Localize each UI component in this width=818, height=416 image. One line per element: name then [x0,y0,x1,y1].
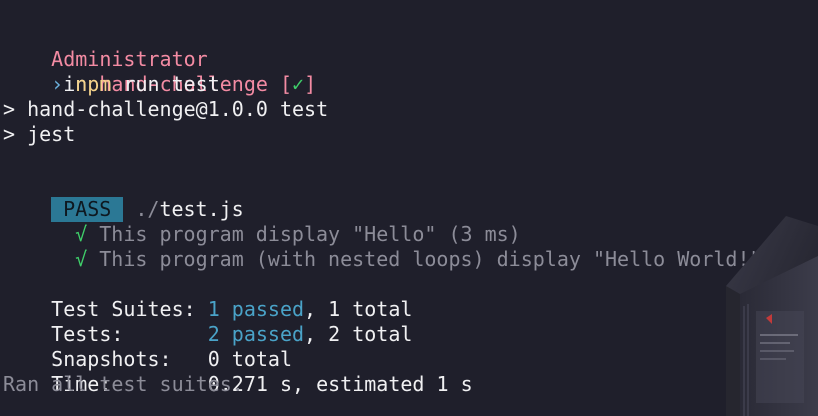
test-file-result: PASS ./test.js [3,172,244,222]
script-header-line-2: > jest [3,122,76,146]
prompt-line: Administrator in hand-challenge [✓] [3,22,316,96]
status-open-bracket: [ [279,72,293,96]
test-case-text: This program (with nested loops) display… [99,247,818,271]
prompt-symbol: › [51,72,64,96]
summary-snapshots: Snapshots: 0 total [3,322,292,371]
command-bin: npm [75,72,112,96]
script-header-line-1: > hand-challenge@1.0.0 test [3,97,329,121]
checkmark-icon: √ [75,247,88,271]
summary-test-suites: Test Suites: 1 passed, 1 total [3,272,412,321]
test-case: √ This program (with nested loops) displ… [27,222,818,271]
test-case: √ This program display "Hello" (3 ms) [27,197,521,246]
status-close-bracket: ] [304,72,317,96]
command-args: run test [123,72,220,96]
command-line: › npm run test [3,47,220,96]
terminal-window[interactable]: Administrator in hand-challenge [✓] › np… [3,22,818,416]
summary-tests: Tests: 2 passed, 2 total [3,297,412,346]
summary-footer: Ran all test suites. [3,372,244,396]
summary-time: Time: 0.271 s, estimated 1 s [3,347,472,396]
device-illustration-icon [726,216,818,416]
summary-value: 0.271 s, estimated 1 s [207,372,473,396]
check-icon: ✓ [292,72,305,96]
summary-total: , 2 total [304,322,413,346]
